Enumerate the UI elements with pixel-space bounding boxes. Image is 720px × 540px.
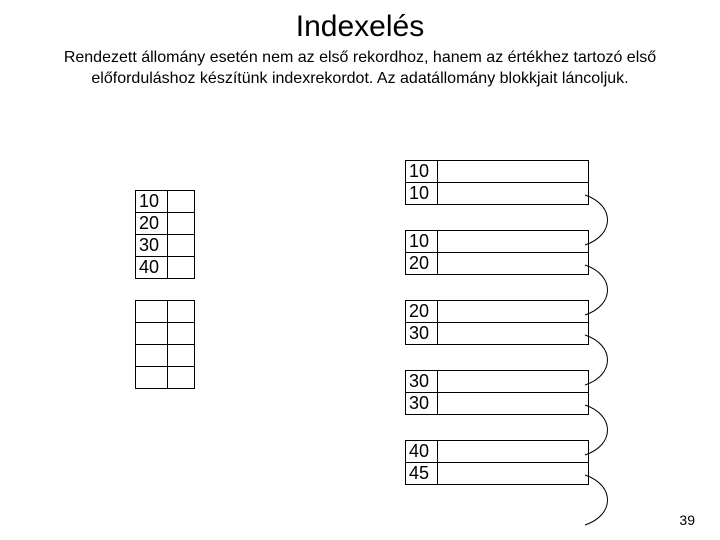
record-data: [438, 371, 589, 393]
data-block-5: 40 45: [405, 440, 589, 485]
index-key: 10: [136, 191, 168, 213]
record-key: 40: [406, 441, 438, 463]
record-key: 45: [406, 463, 438, 485]
empty-cell: [136, 323, 168, 345]
page-number: 39: [679, 512, 695, 528]
data-block-1: 10 10: [405, 160, 589, 205]
empty-cell: [168, 323, 195, 345]
record-data: [438, 231, 589, 253]
record-key: 10: [406, 231, 438, 253]
data-block-3: 20 30: [405, 300, 589, 345]
empty-cell: [136, 345, 168, 367]
index-table: 10 20 30 40: [135, 190, 195, 279]
record-data: [438, 441, 589, 463]
index-key: 40: [136, 257, 168, 279]
record-data: [438, 253, 589, 275]
record-data: [438, 183, 589, 205]
record-key: 30: [406, 371, 438, 393]
index-empty-table: [135, 300, 195, 389]
index-ptr: [168, 191, 195, 213]
empty-cell: [136, 301, 168, 323]
empty-cell: [168, 301, 195, 323]
record-key: 30: [406, 393, 438, 415]
record-key: 20: [406, 253, 438, 275]
record-data: [438, 323, 589, 345]
record-key: 10: [406, 161, 438, 183]
record-data: [438, 161, 589, 183]
block-chain-arcs: [0, 0, 720, 540]
data-block-4: 30 30: [405, 370, 589, 415]
index-key: 20: [136, 213, 168, 235]
record-key: 30: [406, 323, 438, 345]
empty-cell: [168, 345, 195, 367]
empty-cell: [136, 367, 168, 389]
record-data: [438, 301, 589, 323]
index-key: 30: [136, 235, 168, 257]
record-data: [438, 463, 589, 485]
record-key: 10: [406, 183, 438, 205]
empty-cell: [168, 367, 195, 389]
index-ptr: [168, 213, 195, 235]
diagram-canvas: 10 20 30 40 10 10 10 20 20 30 30 30 40 4…: [0, 0, 720, 540]
record-key: 20: [406, 301, 438, 323]
index-ptr: [168, 257, 195, 279]
index-ptr: [168, 235, 195, 257]
record-data: [438, 393, 589, 415]
data-block-2: 10 20: [405, 230, 589, 275]
